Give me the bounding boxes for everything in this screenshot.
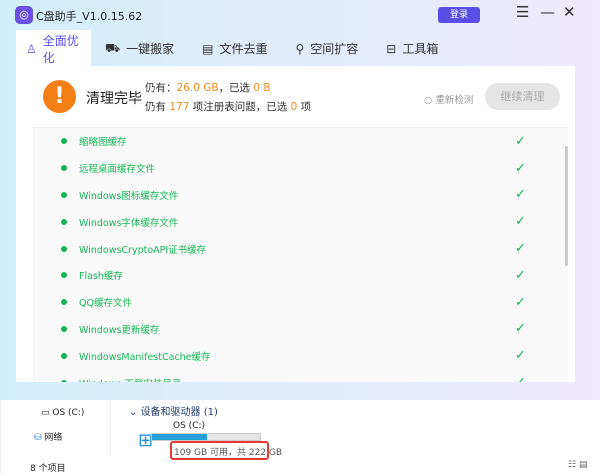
check-icon: ✓ — [515, 214, 526, 230]
app-title: C盘助手_V1.0.15.62 — [36, 10, 143, 23]
status-dot-icon — [61, 165, 67, 172]
explorer-sidebar: ▭ OS (C:) ⛁ 网络 — [1, 400, 111, 456]
sidebar-network[interactable]: ⛁ 网络 — [34, 430, 62, 443]
truck-icon: ⛟ — [105, 40, 121, 55]
network-icon: ⛁ — [34, 433, 42, 443]
remain-line: 仍有：26.0 GB，已选 0 B — [145, 82, 271, 94]
list-item: WindowsManifestCache缓存 ✓ — [33, 342, 568, 369]
tab-full-optimize[interactable]: ♙ 全面优化 — [16, 30, 91, 67]
drive-usage-bar — [151, 433, 261, 441]
status-dot-icon — [61, 352, 67, 359]
tab-dedupe[interactable]: ▤ 文件去重 — [188, 30, 281, 67]
list-item: Windows字体缓存文件 ✓ — [33, 208, 568, 235]
status-dot-icon — [61, 218, 67, 225]
tab-move[interactable]: ⛟ 一键搬家 — [91, 30, 188, 67]
close-icon[interactable]: ✕ — [563, 3, 576, 21]
list-item: 缩略图缓存 ✓ — [33, 128, 568, 155]
status-dot-icon — [61, 272, 67, 279]
tab-toolbox[interactable]: ⊟ 工具箱 — [372, 30, 452, 67]
radio-icon: ○ — [424, 95, 433, 106]
login-button[interactable]: 登录 — [438, 7, 480, 23]
drive-icon: ▭ — [41, 408, 50, 418]
status-dot-icon — [61, 325, 67, 332]
tab-expand[interactable]: ⚲ 空间扩容 — [281, 30, 372, 67]
registry-line: 仍有 177 项注册表问题，已选 0 项 — [145, 101, 312, 113]
scrollbar[interactable] — [565, 146, 568, 266]
recheck-button[interactable]: ○ 重新检测 — [424, 92, 473, 106]
content-panel: ! 清理完毕 仍有：26.0 GB，已选 0 B 仍有 177 项注册表问题，已… — [16, 66, 575, 382]
list-item: Windows图标缓存文件 ✓ — [33, 182, 568, 209]
check-icon: ✓ — [515, 187, 526, 203]
highlight-box — [170, 441, 269, 460]
app-window: ◎ C盘助手_V1.0.15.62 登录 ☰ — ✕ ♙ 全面优化 ⛟ 一键搬家 ▤… — [0, 0, 600, 400]
list-item: Windows更新缓存 ✓ — [33, 316, 568, 343]
check-icon: ✓ — [515, 267, 526, 283]
sidebar-drive-c[interactable]: ▭ OS (C:) — [41, 408, 84, 418]
check-icon: ✓ — [515, 133, 526, 149]
warning-icon: ! — [43, 80, 76, 113]
continue-clean-button[interactable]: 继续清理 — [485, 83, 560, 110]
expand-icon: ⚲ — [295, 41, 305, 56]
status-dot-icon — [61, 138, 67, 145]
check-icon: ✓ — [515, 241, 526, 257]
status-dot-icon — [61, 245, 67, 252]
minimize-icon[interactable]: — — [540, 3, 555, 21]
toolbox-icon: ⊟ — [386, 41, 397, 56]
list-item: Windows 下载安装目录✓ — [33, 369, 568, 382]
details-view-icon[interactable]: ☷ ▤ — [568, 460, 587, 470]
check-icon: ✓ — [515, 375, 526, 382]
list-item: Flash缓存 ✓ — [33, 262, 568, 289]
status-dot-icon — [61, 191, 67, 198]
clean-item-list: 缩略图缓存 ✓ 远程桌面缓存文件 ✓ Windows图标缓存文件 ✓ Windows字体缓存… — [33, 127, 568, 382]
status-title: 清理完毕 — [86, 91, 142, 107]
section-header[interactable]: ⌄ 设备和驱动器 (1) — [129, 403, 218, 418]
check-icon: ✓ — [515, 294, 526, 310]
status-dot-icon — [61, 299, 67, 306]
check-icon: ✓ — [515, 321, 526, 337]
list-item: QQ缓存文件 ✓ — [33, 289, 568, 316]
status-dot-icon — [61, 379, 67, 382]
app-logo-icon: ◎ — [15, 6, 33, 24]
menu-icon[interactable]: ☰ — [516, 3, 529, 21]
list-item: 远程桌面缓存文件 ✓ — [33, 155, 568, 182]
item-count: 8 个项目 — [30, 464, 66, 474]
check-icon: ✓ — [515, 160, 526, 176]
check-icon: ✓ — [515, 348, 526, 364]
drive-name[interactable]: OS (C:) — [173, 421, 205, 431]
file-icon: ▤ — [202, 41, 214, 56]
main-tabs: ♙ 全面优化 ⛟ 一键搬家 ▤ 文件去重 ⚲ 空间扩容 ⊟ 工具箱 — [16, 30, 452, 67]
rocket-icon: ♙ — [26, 41, 37, 56]
file-explorer: ▭ OS (C:) ⛁ 网络 ⌄ 设备和驱动器 (1) ⊞ OS (C:) 10… — [0, 400, 600, 474]
list-item: WindowsCryptoAPI证书缓存 ✓ — [33, 235, 568, 262]
